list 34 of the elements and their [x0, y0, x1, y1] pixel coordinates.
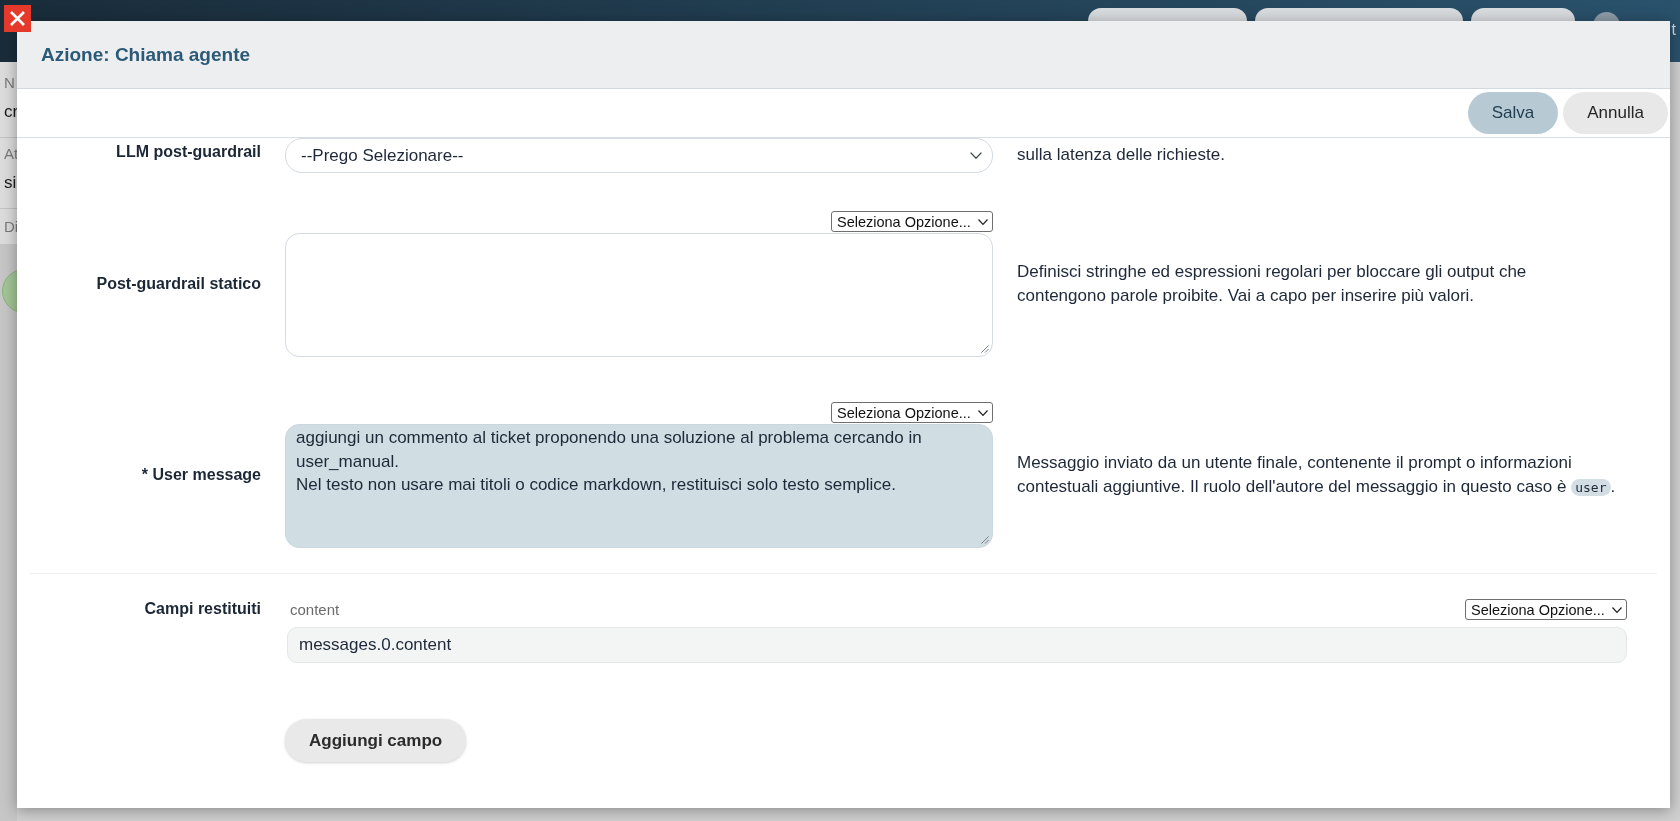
field-description: Definisci stringhe ed espressioni regolari per bloccare gli output che contengono parole proibite. Vai a capo per inserire più valori.	[1017, 261, 1528, 307]
option-select[interactable]: Seleziona Opzione...	[831, 402, 993, 423]
field-label: Post-guardrail statico	[96, 274, 261, 294]
select-field[interactable]: --Prego Selezionare--	[285, 138, 993, 173]
user-name-text: t	[1671, 22, 1676, 38]
header-button[interactable]	[1254, 8, 1463, 21]
chevron-down-icon	[978, 218, 988, 225]
field-description: sulla latenza delle richieste.	[1017, 144, 1226, 166]
close-button[interactable]	[4, 5, 31, 32]
text-area-field[interactable]: aggiungi un commento al ticket proponendo una soluzione al problema cercando in user_manual. Nel testo non usare mai titoli o codice markdown, restituisci solo testo semplice.	[285, 424, 993, 548]
text-area-field[interactable]	[285, 233, 993, 357]
field-value: si	[4, 173, 17, 193]
field-description: Messaggio inviato da un utente finale, contenente il prompt o informazioni contestuali aggiuntive. Il ruolo dell'autore del messaggio in questo caso è user .	[1017, 451, 1617, 498]
field-label: * User message	[141, 465, 261, 485]
field-label: N	[4, 73, 15, 93]
close-icon	[10, 11, 25, 26]
resize-handle-icon[interactable]	[981, 345, 989, 353]
add-field-button[interactable]: Aggiungi campo	[285, 719, 467, 762]
field-label: LLM post-guardrail	[116, 142, 261, 162]
header-button[interactable]	[1470, 8, 1575, 21]
save-button[interactable]: Salva	[1467, 92, 1559, 134]
cancel-button[interactable]: Annulla	[1563, 92, 1668, 134]
chevron-down-icon	[1612, 606, 1622, 613]
field-name: content	[290, 601, 340, 618]
header-button[interactable]	[1087, 8, 1247, 21]
resize-handle-icon[interactable]	[981, 536, 989, 544]
field-label: Di	[4, 217, 17, 237]
chevron-down-icon	[978, 409, 988, 416]
option-select[interactable]: Seleziona Opzione...	[1465, 599, 1627, 620]
input-field[interactable]: messages.0.content	[287, 627, 1627, 663]
dialog-title: Azione: Chiama agente	[41, 43, 251, 66]
field-label: Campi restituiti	[144, 599, 261, 619]
option-select[interactable]: Seleziona Opzione...	[831, 211, 993, 232]
chevron-down-icon	[970, 152, 982, 159]
